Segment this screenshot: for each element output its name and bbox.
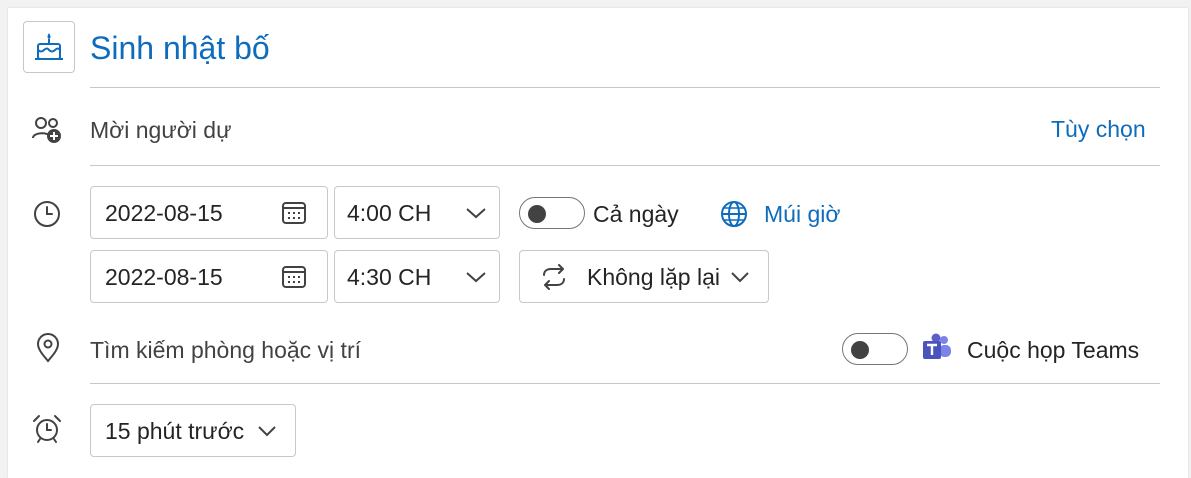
start-date-value: 2022-08-15 (105, 199, 223, 226)
repeat-select[interactable]: Không lặp lại (519, 250, 769, 303)
location-divider (90, 383, 1160, 384)
chevron-down-icon (465, 270, 487, 284)
repeat-icon (540, 263, 568, 290)
calendar-icon[interactable] (281, 265, 307, 289)
add-people-icon (31, 114, 63, 146)
options-link[interactable]: Tùy chọn (1051, 114, 1146, 144)
start-date-input[interactable]: 2022-08-15 (90, 186, 328, 239)
teams-logo-icon (921, 332, 953, 364)
reminder-value: 15 phút trước (105, 417, 245, 444)
end-time-select[interactable]: 4:30 CH (334, 250, 500, 303)
end-date-input[interactable]: 2022-08-15 (90, 250, 328, 303)
chevron-down-icon (257, 424, 277, 438)
birthday-cake-icon (35, 33, 63, 60)
all-day-toggle[interactable] (519, 197, 585, 229)
attendees-divider (90, 165, 1160, 166)
reminder-select[interactable]: 15 phút trước (90, 404, 296, 457)
title-divider (90, 87, 1160, 88)
end-time-value: 4:30 CH (347, 263, 432, 290)
event-title[interactable]: Sinh nhật bố (90, 26, 270, 70)
location-pin-icon (32, 332, 64, 364)
alarm-clock-icon (31, 413, 63, 445)
location-search-input[interactable]: Tìm kiếm phòng hoặc vị trí (90, 335, 361, 365)
teams-meeting-toggle[interactable] (842, 333, 908, 365)
start-time-select[interactable]: 4:00 CH (334, 186, 500, 239)
start-time-value: 4:00 CH (347, 199, 432, 226)
end-date-value: 2022-08-15 (105, 263, 223, 290)
repeat-value: Không lặp lại (587, 263, 720, 290)
all-day-toggle-knob (528, 205, 546, 223)
invite-attendees-input[interactable]: Mời người dự (90, 115, 232, 145)
clock-icon (31, 198, 63, 230)
event-icon-button[interactable] (23, 21, 75, 73)
chevron-down-icon (465, 206, 487, 220)
globe-icon[interactable] (718, 198, 750, 230)
all-day-label: Cả ngày (593, 201, 679, 227)
teams-toggle-knob (851, 341, 869, 359)
teams-meeting-label: Cuộc họp Teams (967, 337, 1140, 363)
chevron-down-icon (730, 270, 750, 284)
calendar-icon[interactable] (281, 201, 307, 225)
timezone-link[interactable]: Múi giờ (764, 199, 840, 229)
